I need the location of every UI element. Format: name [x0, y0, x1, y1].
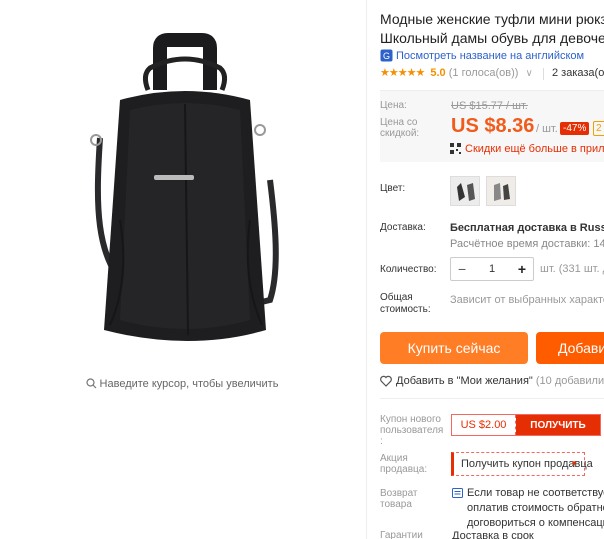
return-text-line1: Если товар не соответствует [467, 487, 604, 499]
return-label-line1: Возврат [380, 488, 418, 499]
price-label: Цена: [380, 100, 407, 111]
discount-price-label: Цена со скидкой: [380, 117, 420, 139]
quantity-available: шт. (331 шт. д [540, 263, 604, 275]
caret-down-icon: ▼ [570, 459, 578, 468]
product-gallery: Наведите курсор, чтобы увеличить [0, 0, 364, 539]
search-icon [85, 378, 96, 389]
price-box: Цена: US $15.77 / шт. Цена со скидкой: U… [380, 90, 604, 162]
return-text-line3: договориться о компенсации [467, 517, 604, 529]
new-user-coupon-label-line1: Купон нового [380, 414, 441, 425]
discount-badge: -47% [560, 122, 590, 135]
rating-summary[interactable]: ★★★★★ 5.0 (1 голоса(ов)) ∨ [380, 66, 533, 79]
shipping-method[interactable]: Бесплатная доставка в Russian [450, 222, 604, 234]
new-user-coupon-label: Купон нового пользователя : [380, 414, 443, 447]
quantity-plus-button[interactable]: + [518, 262, 526, 276]
translate-title-link[interactable]: G Посмотреть название на английском [380, 49, 584, 62]
return-policy: Если товар не соответствует оплатив стои… [452, 486, 604, 531]
wishlist-count: (10 добавили) [535, 375, 604, 387]
wishlist-text: Добавить в "Мои желания" [396, 375, 533, 387]
get-coupon-button[interactable]: ПОЛУЧИТЬ [516, 415, 600, 435]
color-thumb-image-1 [451, 177, 479, 205]
seller-promo-label-line1: Акция [380, 453, 408, 464]
app-discount-link[interactable]: Скидки ещё больше в прило [450, 143, 604, 155]
total-label-line1: Общая [380, 292, 413, 303]
extra-discount-badge: 2 [593, 121, 604, 136]
rating-stars-icon: ★★★★★ [380, 67, 425, 79]
total-label-line2: стоимость: [380, 304, 431, 315]
quantity-label: Количество: [380, 264, 437, 275]
color-option-2[interactable] [486, 176, 516, 206]
delivery-label: Доставка: [380, 222, 426, 233]
qr-code-icon [450, 143, 461, 154]
old-price: US $15.77 / шт. [451, 100, 528, 112]
buy-now-button[interactable]: Купить сейчас [380, 332, 528, 364]
discount-price: US $8.36 [451, 115, 535, 137]
quantity-stepper: − 1 + [450, 257, 534, 281]
total-value: Зависит от выбранных характер [450, 294, 604, 306]
svg-text:G: G [383, 51, 390, 61]
return-label: Возврат товара [380, 488, 418, 510]
guarantee-label: Гарантии [380, 530, 423, 539]
quantity-minus-button[interactable]: − [458, 262, 466, 276]
rating-votes: (1 голоса(ов)) [448, 67, 519, 79]
rating-separator [543, 68, 544, 80]
rating-score: 5.0 [430, 67, 446, 79]
product-title-line2: Школьный дамы обувь для девочек по [380, 30, 604, 46]
wishlist-link[interactable]: Добавить в "Мои желания" (10 добавили) ∨ [380, 375, 604, 387]
orders-count: 2 заказа(ов) [552, 67, 604, 79]
coupon-amount: US $2.00 [452, 415, 516, 435]
total-label: Общая стоимость: [380, 292, 431, 316]
quantity-input[interactable]: 1 [489, 263, 495, 275]
price-unit: / шт. [536, 123, 558, 135]
new-user-coupon-label-line3: : [380, 436, 383, 447]
return-label-line2: товара [380, 499, 412, 510]
return-policy-icon [452, 488, 463, 498]
zoom-hint: Наведите курсор, чтобы увеличить [0, 378, 364, 390]
color-thumb-image-2 [487, 177, 515, 205]
translate-link-text: Посмотреть название на английском [396, 50, 585, 62]
delivery-time: Расчётное время доставки: 14-2 [450, 238, 604, 250]
gallery-divider [366, 0, 367, 539]
new-user-coupon-label-line2: пользователя [380, 425, 444, 436]
seller-coupon-dropdown[interactable]: Получить купон продавца ▼ [451, 452, 593, 476]
new-user-coupon: US $2.00 ПОЛУЧИТЬ [451, 414, 601, 436]
zoom-hint-text: Наведите курсор, чтобы увеличить [99, 378, 279, 390]
product-title-line1: Модные женские туфли мини рюкзак С [380, 11, 604, 27]
seller-promo-label-line2: продавца: [380, 464, 428, 475]
product-image[interactable] [50, 20, 320, 360]
add-to-cart-button[interactable]: Добави [536, 332, 604, 364]
color-label: Цвет: [380, 183, 406, 194]
return-text-line2: оплатив стоимость обратной [467, 502, 604, 514]
guarantee-text: Доставка в срок [452, 530, 534, 539]
seller-promo-label: Акция продавца: [380, 453, 427, 475]
product-info-panel: Модные женские туфли мини рюкзак С Школь… [380, 0, 604, 539]
app-discount-text: Скидки ещё больше в прило [465, 143, 604, 155]
heart-icon [380, 375, 392, 387]
product-title: Модные женские туфли мини рюкзак С Школь… [380, 10, 604, 48]
translate-icon: G [380, 49, 393, 62]
color-option-1[interactable] [450, 176, 480, 206]
chevron-down-icon: ∨ [525, 68, 533, 79]
section-divider [380, 398, 604, 399]
